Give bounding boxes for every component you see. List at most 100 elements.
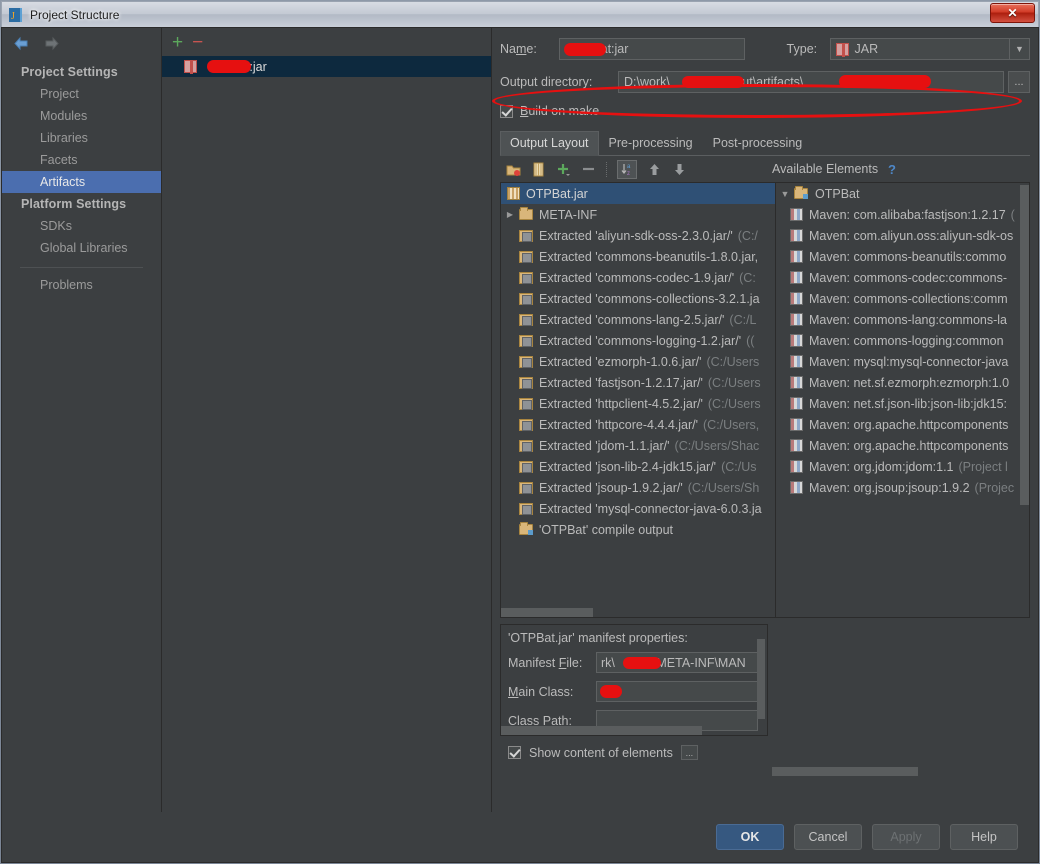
sidebar-item-libraries[interactable]: Libraries — [2, 127, 161, 149]
ok-button[interactable]: OK — [716, 824, 784, 850]
tree-row[interactable]: Extracted 'fastjson-1.2.17.jar/' (C:/User… — [501, 372, 775, 393]
tree-row[interactable]: Extracted 'jsoup-1.9.2.jar/' (C:/Users/Sh — [501, 477, 775, 498]
tree-row[interactable]: Maven: net.sf.ezmorph:ezmorph:1.0 — [776, 372, 1029, 393]
tree-row[interactable]: Extracted 'jdom-1.1.jar/' (C:/Users/Shac — [501, 435, 775, 456]
output-root-row[interactable]: OTPBat.jar — [501, 183, 775, 204]
arrow-up-icon[interactable] — [647, 162, 662, 177]
manifest-vscrollbar[interactable] — [757, 639, 765, 719]
tree-row[interactable]: Extracted 'aliyun-sdk-oss-2.3.0.jar/' (C:… — [501, 225, 775, 246]
tree-row-path: (( — [746, 333, 755, 348]
type-select[interactable]: JAR ▼ — [829, 38, 1030, 60]
tree-row[interactable]: 'OTPBat' compile output — [501, 519, 775, 540]
list-item[interactable]: at:jar — [162, 56, 491, 77]
back-arrow-icon[interactable] — [13, 36, 30, 51]
extracted-jar-icon — [519, 439, 533, 452]
tab-pre-processing[interactable]: Pre-processing — [599, 131, 703, 155]
sort-az-icon[interactable]: a z — [617, 159, 637, 179]
tree-row[interactable]: Extracted 'commons-codec-1.9.jar/' (C: — [501, 267, 775, 288]
output-directory-input[interactable]: D:\work\ \out\artifacts\ — [618, 71, 1004, 93]
forward-arrow-icon[interactable] — [43, 36, 60, 51]
maven-library-icon — [790, 292, 803, 305]
tree-row[interactable]: Maven: com.alibaba:fastjson:1.2.17 ( — [776, 204, 1029, 225]
extracted-jar-icon — [519, 334, 533, 347]
tree-row[interactable]: Maven: commons-logging:common — [776, 330, 1029, 351]
build-on-make-checkbox[interactable] — [500, 104, 513, 118]
help-button[interactable]: Help — [950, 824, 1018, 850]
apply-button[interactable]: Apply — [872, 824, 940, 850]
tree-row-label: Extracted 'ezmorph-1.0.6.jar/' — [539, 354, 702, 369]
extracted-jar-icon — [519, 460, 533, 473]
main-class-input[interactable] — [596, 681, 758, 702]
sidebar-item-global-libraries[interactable]: Global Libraries — [2, 237, 161, 259]
tree-row[interactable]: Maven: commons-codec:commons- — [776, 267, 1029, 288]
add-archive-icon[interactable] — [531, 162, 546, 177]
dialog-button-bar: OK Cancel Apply Help — [2, 812, 1038, 862]
tree-row[interactable]: Extracted 'ezmorph-1.0.6.jar/' (C:/Users — [501, 351, 775, 372]
tree-row[interactable]: Maven: org.jsoup:jsoup:1.9.2 (Projec — [776, 477, 1029, 498]
remove-artifact-button[interactable]: − — [192, 33, 203, 52]
tree-row-label: Maven: com.aliyun.oss:aliyun-sdk-os — [809, 228, 1014, 243]
add-folder-icon[interactable] — [506, 162, 521, 177]
available-elements-tree: ▼ OTPBat Maven: com.alibaba:fastjson:1.2… — [776, 182, 1030, 618]
tree-row[interactable]: Extracted 'httpcore-4.4.4.jar/' (C:/Users… — [501, 414, 775, 435]
arrow-down-icon[interactable] — [672, 162, 687, 177]
chevron-down-icon[interactable]: ▼ — [776, 189, 794, 199]
minus-icon[interactable] — [581, 162, 596, 177]
sidebar-item-problems[interactable]: Problems — [2, 274, 161, 296]
maven-library-icon — [790, 208, 803, 221]
tree-row-label: Maven: commons-codec:commons- — [809, 270, 1007, 285]
extracted-jar-icon — [519, 292, 533, 305]
artifact-jar-icon — [184, 60, 197, 74]
manifest-file-input[interactable]: rk\ \META-INF\MAN — [596, 652, 758, 673]
available-tree-vscrollbar[interactable] — [1020, 183, 1029, 617]
tree-row[interactable]: Maven: org.apache.httpcomponents — [776, 435, 1029, 456]
tree-row[interactable]: Maven: org.jdom:jdom:1.1 (Project l — [776, 456, 1029, 477]
sidebar-item-modules[interactable]: Modules — [2, 105, 161, 127]
tree-row[interactable]: Extracted 'commons-logging-1.2.jar/' (( — [501, 330, 775, 351]
tab-output-layout[interactable]: Output Layout — [500, 131, 599, 156]
tree-row[interactable]: Extracted 'commons-lang-2.5.jar/' (C:/L — [501, 309, 775, 330]
tree-row-path: (C:/Users — [706, 354, 760, 369]
show-content-options-button[interactable]: ... — [680, 745, 698, 760]
tab-post-processing[interactable]: Post-processing — [703, 131, 813, 155]
tree-row-label: Extracted 'fastjson-1.2.17.jar/' — [539, 375, 703, 390]
plus-icon[interactable] — [556, 162, 571, 177]
tree-row-label: Extracted 'httpclient-4.5.2.jar/' — [539, 396, 703, 411]
browse-output-directory-button[interactable]: ... — [1008, 71, 1030, 93]
tree-row[interactable]: Extracted 'json-lib-2.4-jdk15.jar/' (C:/U… — [501, 456, 775, 477]
chevron-down-icon[interactable]: ▼ — [1009, 39, 1029, 59]
available-root-row[interactable]: ▼ OTPBat — [776, 183, 1029, 204]
close-icon[interactable]: ✕ — [990, 3, 1035, 23]
sidebar-item-project[interactable]: Project — [2, 83, 161, 105]
panel-hscrollbar[interactable] — [772, 767, 918, 776]
sidebar-item-sdks[interactable]: SDKs — [2, 215, 161, 237]
tree-row[interactable]: Maven: commons-lang:commons-la — [776, 309, 1029, 330]
tree-row[interactable]: ▶ META-INF — [501, 204, 775, 225]
show-content-checkbox[interactable] — [508, 746, 521, 759]
output-tree-hscrollbar[interactable] — [501, 608, 775, 617]
tree-row[interactable]: Maven: com.aliyun.oss:aliyun-sdk-os — [776, 225, 1029, 246]
chevron-right-icon[interactable]: ▶ — [501, 210, 519, 219]
tree-row[interactable]: Extracted 'mysql-connector-java-6.0.3.ja — [501, 498, 775, 519]
show-content-label: Show content of elements — [529, 745, 673, 760]
extracted-jar-icon — [519, 355, 533, 368]
tree-row[interactable]: Maven: commons-beanutils:commo — [776, 246, 1029, 267]
tree-row[interactable]: Extracted 'commons-beanutils-1.8.0.jar, — [501, 246, 775, 267]
name-input[interactable]: at:jar — [558, 38, 745, 60]
cancel-button[interactable]: Cancel — [794, 824, 862, 850]
tree-row[interactable]: Maven: commons-collections:comm — [776, 288, 1029, 309]
sidebar-item-artifacts[interactable]: Artifacts — [2, 171, 161, 193]
tree-row[interactable]: Maven: mysql:mysql-connector-java — [776, 351, 1029, 372]
output-layout-tree: OTPBat.jar ▶ META-INF Extracted 'aliyun-sd… — [500, 182, 776, 618]
tree-row[interactable]: Maven: net.sf.json-lib:json-lib:jdk15: — [776, 393, 1029, 414]
manifest-hscrollbar[interactable] — [501, 726, 702, 735]
tree-row[interactable]: Maven: org.apache.httpcomponents — [776, 414, 1029, 435]
sidebar-item-facets[interactable]: Facets — [2, 149, 161, 171]
help-icon[interactable]: ? — [888, 162, 896, 177]
extracted-jar-icon — [519, 250, 533, 263]
tree-row[interactable]: Extracted 'httpclient-4.5.2.jar/' (C:/Use… — [501, 393, 775, 414]
add-artifact-button[interactable]: + — [172, 33, 183, 52]
tree-row[interactable]: Extracted 'commons-collections-3.2.1.ja — [501, 288, 775, 309]
tree-row-path: (C:/Users — [707, 396, 761, 411]
available-elements-label: Available Elements — [772, 162, 879, 176]
